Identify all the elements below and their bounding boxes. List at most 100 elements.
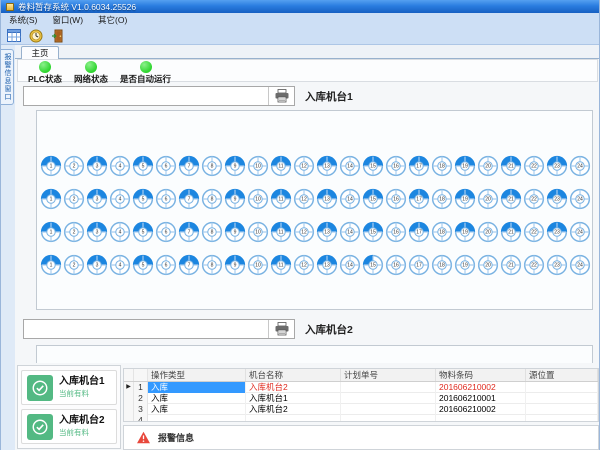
table-cell[interactable]: 入库 <box>148 393 246 404</box>
table-cell[interactable]: 201606210002 <box>436 382 526 393</box>
table-cell[interactable] <box>148 415 246 422</box>
clock-icon[interactable] <box>28 28 43 43</box>
storage-slot-4-23: 23 <box>546 254 568 276</box>
card-material-status: 当前有料 <box>59 388 105 399</box>
table-row[interactable]: 3入库入库机台2201606210002 <box>124 404 598 415</box>
station1-input[interactable] <box>23 86 295 106</box>
storage-slot-3-19: 19 <box>454 221 476 243</box>
station2-header: 入库机台2 <box>23 318 353 340</box>
table-cell[interactable]: 入库 <box>148 382 246 393</box>
table-cell[interactable] <box>526 382 598 393</box>
svg-text:12: 12 <box>301 263 307 269</box>
table-row[interactable]: ▶1入库入库机台2201606210002 <box>124 382 598 393</box>
table-row[interactable]: 4 <box>124 415 598 422</box>
svg-text:4: 4 <box>119 164 122 170</box>
table-header-row: 操作类型机台名称计划单号物料条码源位置 <box>124 369 598 382</box>
storage-slot-4-20: 20 <box>477 254 499 276</box>
storage-slot-3-13: 13 <box>316 221 338 243</box>
row-selector[interactable] <box>124 393 134 404</box>
storage-slot-4-13: 13 <box>316 254 338 276</box>
column-header[interactable]: 计划单号 <box>341 369 436 381</box>
svg-text:2: 2 <box>73 164 76 170</box>
svg-text:9: 9 <box>234 263 237 269</box>
svg-text:7: 7 <box>188 197 191 203</box>
storage-slot-1-7: 7 <box>178 155 200 177</box>
svg-text:18: 18 <box>439 164 445 170</box>
left-dock-strip: 报警信息窗口 <box>1 45 15 450</box>
printer-button-1[interactable] <box>268 87 294 105</box>
table-cell[interactable]: 入库机台2 <box>246 382 341 393</box>
menu-item[interactable]: 其它(O) <box>98 14 127 26</box>
table-cell[interactable] <box>341 382 436 393</box>
table-cell[interactable] <box>526 404 598 415</box>
storage-slot-4-7: 7 <box>178 254 200 276</box>
table-cell[interactable]: 入库机台1 <box>246 393 341 404</box>
table-icon[interactable] <box>6 28 21 43</box>
storage-slot-2-2: 2 <box>63 188 85 210</box>
menu-item[interactable]: 系统(S) <box>9 14 37 26</box>
storage-slot-4-25: 25 <box>592 254 593 276</box>
storage-slot-2-11: 11 <box>270 188 292 210</box>
svg-text:11: 11 <box>278 263 283 269</box>
table-cell[interactable] <box>526 415 598 422</box>
storage-slot-2-24: 24 <box>569 188 591 210</box>
svg-text:5: 5 <box>142 263 145 269</box>
storage-slot-3-23: 23 <box>546 221 568 243</box>
storage-slot-1-15: 15 <box>362 155 384 177</box>
side-dock-tab[interactable]: 报警信息窗口 <box>1 49 14 105</box>
table-row[interactable]: 2入库入库机台1 201606210001 <box>124 393 598 404</box>
printer-button-2[interactable] <box>268 320 294 338</box>
exit-door-icon[interactable] <box>50 28 65 43</box>
row-selector[interactable] <box>124 404 134 415</box>
storage-slot-3-8: 8 <box>201 221 223 243</box>
storage-slot-4-24: 24 <box>569 254 591 276</box>
slot-row: 1234567891011121314151617181920212223242… <box>40 254 593 276</box>
svg-text:14: 14 <box>347 263 353 269</box>
status-indicator: 网络状态 <box>74 61 108 85</box>
svg-text:23: 23 <box>554 164 560 170</box>
storage-slot-1-13: 13 <box>316 155 338 177</box>
tab-home[interactable]: 主页 <box>21 46 59 59</box>
table-cell[interactable]: 入库 <box>148 404 246 415</box>
status-label: 网络状态 <box>74 73 108 85</box>
table-cell[interactable]: 201606210001 <box>436 393 526 404</box>
row-selector[interactable]: ▶ <box>124 382 134 393</box>
svg-text:14: 14 <box>347 230 353 236</box>
table-cell[interactable] <box>341 404 436 415</box>
table-cell[interactable] <box>341 415 436 422</box>
row-number: 2 <box>134 393 148 404</box>
svg-text:15: 15 <box>370 164 376 170</box>
printer-icon <box>274 89 290 103</box>
svg-text:20: 20 <box>485 230 491 236</box>
column-header[interactable]: 物料条码 <box>436 369 526 381</box>
row-selector[interactable] <box>124 415 134 422</box>
svg-text:7: 7 <box>188 164 191 170</box>
column-header[interactable]: 机台名称 <box>246 369 341 381</box>
svg-text:13: 13 <box>324 230 330 236</box>
table-cell[interactable]: 入库机台2 <box>246 404 341 415</box>
table-cell[interactable] <box>246 415 341 422</box>
storage-slot-1-20: 20 <box>477 155 499 177</box>
station1-header: 入库机台1 <box>23 85 353 107</box>
svg-text:10: 10 <box>255 263 261 269</box>
svg-text:24: 24 <box>577 164 583 170</box>
status-panel: PLC状态网络状态是否自动运行 <box>17 59 598 82</box>
svg-text:16: 16 <box>393 164 399 170</box>
storage-slot-1-17: 17 <box>408 155 430 177</box>
table-cell[interactable] <box>526 393 598 404</box>
table-cell[interactable]: 201606210002 <box>436 404 526 415</box>
app-window: 卷料暂存系统 V1.0.6034.25526 系统(S) 窗口(W) 其它(O) <box>0 0 600 450</box>
svg-text:17: 17 <box>416 164 422 170</box>
svg-text:9: 9 <box>234 197 237 203</box>
table-cell[interactable] <box>341 393 436 404</box>
table-cell[interactable] <box>436 415 526 422</box>
column-header[interactable]: 操作类型 <box>148 369 246 381</box>
column-header[interactable]: 源位置 <box>526 369 598 381</box>
menu-item[interactable]: 窗口(W) <box>52 14 83 26</box>
station2-input[interactable] <box>23 319 295 339</box>
storage-slot-4-8: 8 <box>201 254 223 276</box>
status-led-icon <box>85 61 97 73</box>
svg-text:8: 8 <box>211 164 214 170</box>
title-bar: 卷料暂存系统 V1.0.6034.25526 <box>1 0 599 13</box>
svg-text:10: 10 <box>255 197 261 203</box>
